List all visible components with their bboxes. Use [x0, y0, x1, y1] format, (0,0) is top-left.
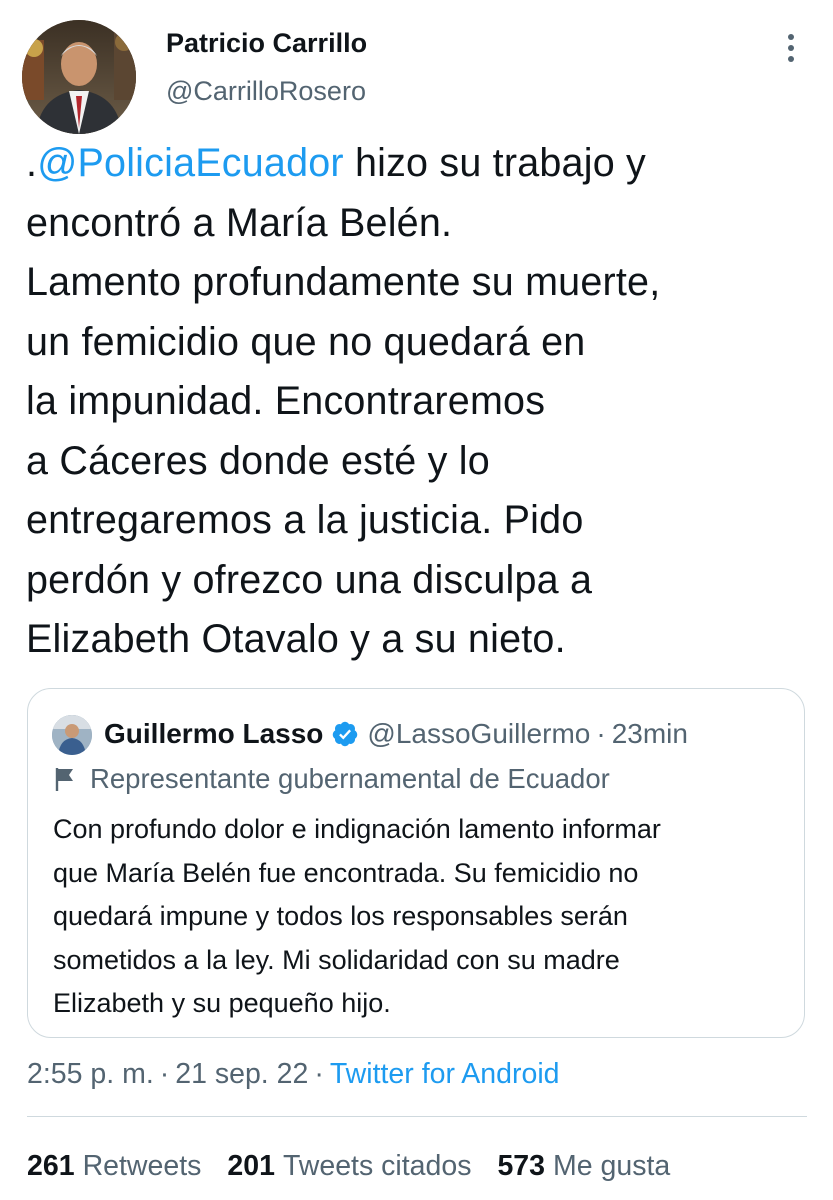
quote-tweets-count: 201 [227, 1150, 275, 1182]
quoted-line: Con profundo dolor e indignación lamento… [53, 814, 661, 844]
flag-icon [54, 766, 76, 792]
quoted-avatar-photo [52, 715, 92, 755]
quoted-author-handle[interactable]: @LassoGuillermo [367, 717, 590, 751]
author-name[interactable]: Patricio Carrillo [166, 28, 367, 59]
engagement-stats: 261 Retweets 201 Tweets citados 573 Me g… [27, 1146, 696, 1186]
quoted-line: Elizabeth y su pequeño hijo. [53, 988, 391, 1018]
separator-dot: · [314, 1058, 324, 1090]
quoted-line: que María Belén fue encontrada. Su femic… [53, 857, 639, 888]
retweets-stat[interactable]: 261 Retweets [27, 1146, 201, 1186]
avatar-photo [22, 20, 136, 134]
quote-tweets-label: Tweets citados [282, 1150, 472, 1182]
quoted-line: sometidos a la ley. Mi solidaridad con s… [53, 944, 620, 975]
government-label: Representante gubernamental de Ecuador [54, 762, 610, 796]
tweet-prefix: . [26, 141, 38, 185]
tweet-time[interactable]: 2:55 p. m. [27, 1058, 154, 1090]
retweets-label: Retweets [82, 1150, 202, 1182]
verified-badge-icon [331, 720, 359, 748]
author-handle[interactable]: @CarrilloRosero [166, 76, 366, 107]
separator-dot: · [159, 1058, 170, 1090]
likes-stat[interactable]: 573 Me gusta [497, 1146, 670, 1186]
quoted-author-name[interactable]: Guillermo Lasso [104, 717, 323, 751]
quote-tweets-stat[interactable]: 201 Tweets citados [227, 1146, 471, 1186]
retweets-count: 261 [27, 1150, 75, 1182]
tweet-line: Lamento profundamente su muerte, [26, 260, 661, 304]
government-label-text: Representante gubernamental de Ecuador [90, 763, 610, 794]
more-options-button[interactable] [776, 28, 806, 68]
author-avatar[interactable] [22, 20, 136, 134]
likes-count: 573 [497, 1150, 546, 1182]
tweet-date[interactable]: 21 sep. 22 [175, 1058, 308, 1090]
tweet-line: encontró a María Belén. [26, 200, 453, 245]
mention-link[interactable]: @PoliciaEcuador [37, 141, 344, 185]
tweet-source-link[interactable]: Twitter for Android [330, 1058, 560, 1090]
tweet-text: .@PoliciaEcuador hizo su trabajo y encon… [26, 134, 816, 670]
tweet-line-text: hizo su trabajo y [343, 141, 646, 185]
quoted-line: quedará impune y todos los responsables … [53, 901, 628, 931]
tweet-line: entregaremos a la justicia. Pido [26, 498, 584, 542]
tweet-line: a Cáceres donde esté y lo [26, 438, 490, 483]
quoted-tweet-text: Con profundo dolor e indignación lamento… [53, 808, 793, 1026]
separator-dot: · [596, 718, 606, 749]
quoted-timestamp[interactable]: 23min [612, 717, 688, 751]
quoted-header: Guillermo Lasso @LassoGuillermo · 23min [104, 717, 688, 751]
quoted-tweet-card[interactable]: Guillermo Lasso @LassoGuillermo · 23min … [27, 688, 805, 1038]
divider [27, 1116, 807, 1117]
tweet-line: perdón y ofrezco una disculpa a [26, 557, 593, 602]
tweet-line: un femicidio que no quedará en [26, 319, 586, 364]
likes-label: Me gusta [553, 1150, 671, 1182]
tweet-line: Elizabeth Otavalo y a su nieto. [26, 617, 566, 661]
tweet-line: .@PoliciaEcuador hizo su trabajo y [26, 134, 816, 194]
more-vertical-icon [788, 34, 794, 62]
tweet-line: la impunidad. Encontraremos [26, 379, 546, 423]
tweet-meta: 2:55 p. m. · 21 sep. 22 · Twitter for Androi… [27, 1054, 560, 1094]
quoted-author-avatar[interactable] [52, 715, 92, 755]
